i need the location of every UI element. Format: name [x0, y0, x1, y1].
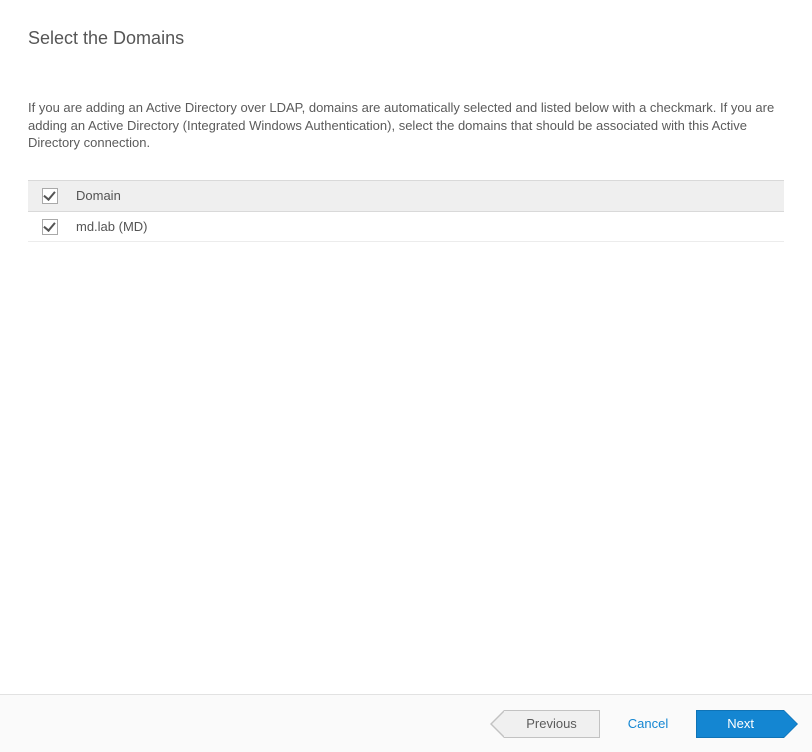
next-button-label: Next [696, 710, 784, 738]
domain-row-checkbox[interactable] [42, 219, 58, 235]
wizard-footer: Previous Cancel Next [0, 694, 812, 752]
domains-table: Domain md.lab (MD) [28, 180, 784, 242]
cancel-button[interactable]: Cancel [628, 716, 668, 731]
next-button[interactable]: Next [696, 710, 784, 738]
content-area: Select the Domains If you are adding an … [0, 0, 812, 694]
domain-column-header: Domain [66, 180, 784, 212]
description-text: If you are adding an Active Directory ov… [28, 99, 784, 152]
wizard-page: Select the Domains If you are adding an … [0, 0, 812, 752]
previous-button-label: Previous [504, 710, 600, 738]
domain-row-label: md.lab (MD) [66, 212, 784, 242]
previous-button[interactable]: Previous [504, 710, 600, 738]
domains-table-header: Domain [28, 180, 784, 212]
select-all-checkbox[interactable] [42, 188, 58, 204]
table-row: md.lab (MD) [28, 212, 784, 242]
page-title: Select the Domains [28, 28, 784, 49]
